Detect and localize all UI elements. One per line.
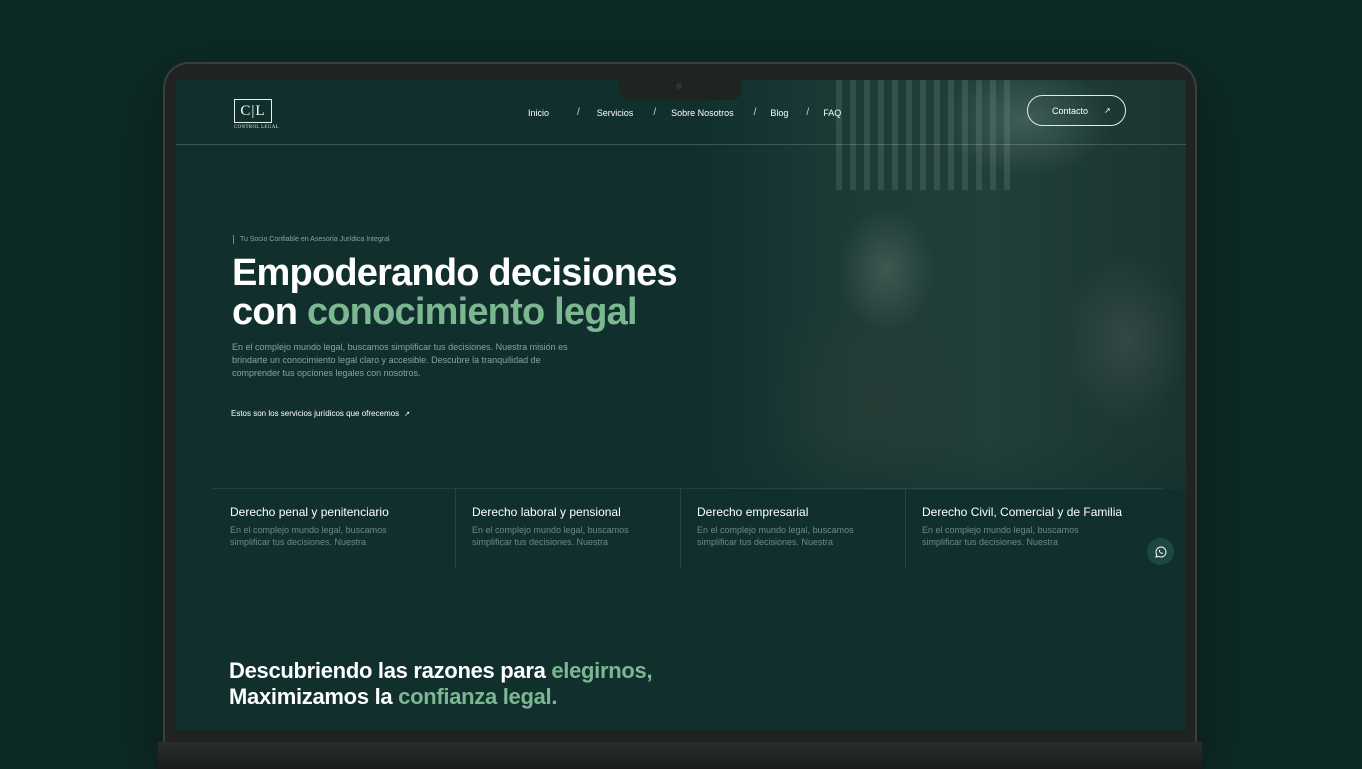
laptop-base (158, 742, 1202, 769)
service-card[interactable]: Derecho empresarial En el complejo mundo… (680, 489, 906, 569)
nav-separator: / (806, 107, 810, 118)
service-card-desc: En el complejo mundo legal, buscamos sim… (922, 525, 1079, 547)
service-card[interactable]: Derecho penal y penitenciario En el comp… (212, 489, 456, 569)
headline-line-2: con conocimiento legal (232, 293, 752, 332)
logo[interactable]: C|L CONTROL LEGAL (234, 99, 279, 130)
service-card-desc: En el complejo mundo legal, buscamos sim… (230, 525, 387, 547)
service-card-desc: En el complejo mundo legal, buscamos sim… (697, 525, 854, 547)
camera-icon (676, 83, 682, 89)
headline-plain: con (232, 291, 298, 333)
nav-separator: / (577, 107, 580, 118)
website-screen: C|L CONTROL LEGAL Inicio / Servicios / S… (176, 80, 1186, 730)
service-card[interactable]: Derecho Civil, Comercial y de Familia En… (905, 489, 1162, 569)
hero-headline: Empoderando decisiones con conocimiento … (232, 254, 752, 332)
nav-separator: / (653, 107, 657, 118)
service-card-title: Derecho laboral y pensional (472, 505, 621, 519)
services-cards: Derecho penal y penitenciario En el comp… (212, 488, 1162, 569)
contact-button[interactable]: Contacto ↗ (1027, 95, 1126, 126)
service-card[interactable]: Derecho laboral y pensional En el comple… (455, 489, 681, 569)
why-us-plain: Maximizamos la (229, 684, 393, 709)
arrow-up-right-icon: ↗ (1104, 106, 1111, 115)
whatsapp-icon (1154, 545, 1166, 558)
hero-intro: En el complejo mundo legal, buscamos sim… (232, 342, 568, 378)
services-link[interactable]: Estos son los servicios jurídicos que of… (231, 409, 410, 418)
hero-tagline: Tu Socio Confiable en Asesoría Jurídica … (233, 235, 390, 244)
nav-item-faq[interactable]: FAQ (823, 108, 841, 118)
whatsapp-button[interactable] (1147, 538, 1174, 565)
why-us-accent: confianza legal. (398, 684, 558, 709)
arrow-up-right-icon: ↗ (404, 411, 410, 418)
why-us-accent: elegirnos, (551, 658, 653, 683)
why-us-line-2: Maximizamos la confianza legal. (229, 684, 652, 710)
why-us-plain: Descubriendo las razones para (229, 658, 546, 683)
contact-button-label: Contacto (1052, 105, 1089, 116)
nav-item-sobre-nosotros[interactable]: Sobre Nosotros (671, 108, 734, 118)
hero-fade (176, 80, 1186, 730)
headline-line-1: Empoderando decisiones (232, 252, 678, 294)
services-link-label: Estos son los servicios jurídicos que of… (231, 409, 400, 418)
why-us-heading: Descubriendo las razones para elegirnos,… (229, 658, 653, 710)
headline-accent: conocimiento legal (306, 291, 638, 333)
service-card-title: Derecho penal y penitenciario (230, 505, 389, 519)
logo-text: CONTROL LEGAL (234, 125, 279, 130)
why-us-line-1: Descubriendo las razones para elegirnos, (229, 658, 653, 684)
nav-separator: / (753, 107, 757, 118)
nav-item-blog[interactable]: Blog (770, 108, 788, 118)
nav-item-inicio[interactable]: Inicio (528, 108, 549, 118)
service-card-title: Derecho Civil, Comercial y de Familia (922, 505, 1123, 519)
nav-menu: Inicio / Servicios / Sobre Nosotros / Bl… (528, 107, 841, 118)
camera-notch (619, 80, 741, 100)
nav-item-servicios[interactable]: Servicios (597, 108, 634, 118)
service-card-desc: En el complejo mundo legal, buscamos sim… (472, 525, 629, 547)
logo-mark: C|L (234, 99, 272, 123)
service-card-title: Derecho empresarial (697, 505, 809, 519)
